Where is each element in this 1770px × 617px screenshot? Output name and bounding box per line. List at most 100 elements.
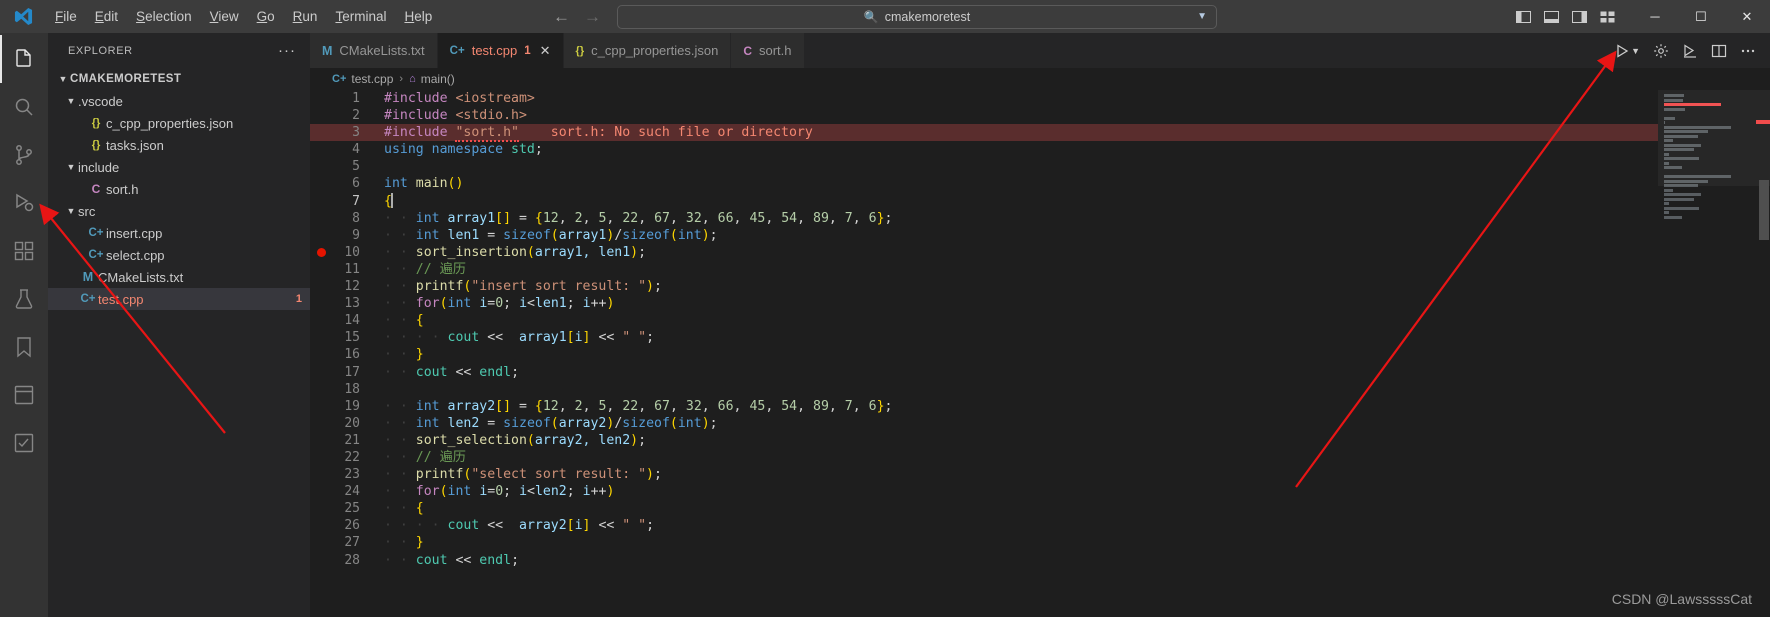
close-icon[interactable]: ✕	[540, 43, 551, 59]
customize-layout-icon[interactable]	[1599, 9, 1616, 25]
tree-item-include[interactable]: ▼ include	[48, 156, 310, 178]
code-line[interactable]: 26 · · · · cout << array2[i] << " ";	[310, 517, 1658, 534]
code-line[interactable]: 19 · · int array2[] = {12, 2, 5, 22, 67, …	[310, 398, 1658, 415]
code-token: main	[415, 176, 448, 192]
minimize-button[interactable]: ─	[1632, 0, 1678, 33]
activity-search[interactable]	[0, 83, 48, 131]
code-line[interactable]: 20 · · int len2 = sizeof(array2)/sizeof(i…	[310, 415, 1658, 432]
code-token: <iostream>	[455, 91, 535, 106]
code-token: }	[415, 347, 424, 363]
chevron-down-icon: ▼	[66, 206, 76, 216]
tree-item-src[interactable]: ▼ src	[48, 200, 310, 222]
code-line[interactable]: 2 #include <stdio.h>	[310, 107, 1658, 124]
activity-run-and-debug[interactable]	[0, 179, 48, 227]
code-line[interactable]: 13 · · for(int i=0; i<len1; i++)	[310, 295, 1658, 312]
beaker-icon	[15, 289, 33, 309]
gear-icon[interactable]	[1653, 43, 1669, 59]
code-token: ;	[653, 467, 662, 483]
maximize-button[interactable]: ☐	[1678, 0, 1724, 33]
tree-item-sort-h[interactable]: Csort.h	[48, 178, 310, 200]
command-center-search[interactable]: 🔍 cmakemoretest ▼	[617, 4, 1217, 29]
back-arrow-icon[interactable]: ←	[553, 8, 570, 25]
tab-c-cpp-properties-json[interactable]: {} c_cpp_properties.json	[563, 33, 732, 68]
activity-bookmarks[interactable]	[0, 323, 48, 371]
activity-explorer[interactable]	[0, 35, 48, 83]
explorer-more-actions-button[interactable]: ···	[278, 42, 302, 59]
tree-item--vscode[interactable]: ▼ .vscode	[48, 90, 310, 112]
code-line[interactable]: 6 int main()	[310, 175, 1658, 192]
split-editor-icon[interactable]	[1711, 43, 1727, 59]
tree-item-cmakemoretest[interactable]: ▼ CMAKEMORETEST	[48, 68, 310, 90]
code-line[interactable]: 5	[310, 158, 1658, 175]
tab-test-cpp[interactable]: C+ test.cpp 1 ✕	[437, 33, 564, 68]
code-line[interactable]: 24 · · for(int i=0; i<len2; i++)	[310, 483, 1658, 500]
menu-run[interactable]: Run	[284, 5, 327, 28]
activity-testing[interactable]	[0, 275, 48, 323]
code-line[interactable]: 10 · · sort_insertion(array1, len1);	[310, 244, 1658, 261]
toggle-primary-sidebar-icon[interactable]	[1515, 9, 1532, 25]
code-token: int	[677, 415, 702, 431]
menu-edit[interactable]: Edit	[86, 5, 127, 28]
code-line[interactable]: 3 #include "sort.h" sort.h: No such file …	[310, 124, 1658, 143]
chevron-down-icon[interactable]: ▼	[1631, 46, 1640, 56]
menu-go[interactable]: Go	[248, 5, 284, 28]
close-button[interactable]: ✕	[1724, 0, 1770, 33]
activity-extensions[interactable]	[0, 227, 48, 275]
code-line[interactable]: 17 · · cout << endl;	[310, 364, 1658, 381]
ellipsis-icon[interactable]	[1740, 43, 1756, 59]
menu-help[interactable]: Help	[395, 5, 441, 28]
code-scroll-area[interactable]: 1 #include <iostream> 2 #include <stdio.h> 3…	[310, 90, 1770, 617]
code-line[interactable]: 27 · · }	[310, 534, 1658, 551]
code-line[interactable]: 22 · · // 遍历	[310, 449, 1658, 466]
tree-item-test-cpp[interactable]: C+ test.cpp 1	[48, 288, 310, 310]
code-line[interactable]: 12 · · printf("insert sort result: ");	[310, 278, 1658, 295]
debug-alt-icon[interactable]	[1682, 43, 1698, 59]
code-line[interactable]: 8 · · int array1[] = {12, 2, 5, 22, 67, 3…	[310, 210, 1658, 227]
tree-item-cmakelists-txt[interactable]: M CMakeLists.txt	[48, 266, 310, 288]
forward-arrow-icon[interactable]: →	[584, 8, 601, 25]
toggle-panel-icon[interactable]	[1543, 9, 1560, 25]
tree-item-select-cpp[interactable]: C+ select.cpp	[48, 244, 310, 266]
code-line[interactable]: 9 · · int len1 = sizeof(array1)/sizeof(in…	[310, 227, 1658, 244]
run-code-button[interactable]: ▼	[1614, 43, 1640, 59]
code-line[interactable]: 7{	[310, 193, 1658, 210]
minimap-line	[1664, 211, 1670, 214]
code-line[interactable]: 16 · · }	[310, 346, 1658, 363]
breadcrumb-item[interactable]: C+ test.cpp	[332, 72, 393, 86]
code-line[interactable]: 28 · · cout << endl;	[310, 552, 1658, 569]
scrollbar-thumb[interactable]	[1759, 180, 1769, 240]
tree-item-tasks-json[interactable]: {} tasks.json	[48, 134, 310, 156]
code-line[interactable]: 18	[310, 381, 1658, 398]
code-lines[interactable]: 1 #include <iostream> 2 #include <stdio.h> 3…	[310, 90, 1658, 617]
code-line[interactable]: 14 · · {	[310, 312, 1658, 329]
activity-library[interactable]	[0, 371, 48, 419]
vertical-scrollbar[interactable]	[1756, 90, 1770, 617]
tree-item-c-cpp-properties-json[interactable]: {} c_cpp_properties.json	[48, 112, 310, 134]
code-line[interactable]: 23 · · printf("select sort result: ");	[310, 466, 1658, 483]
code-line[interactable]: 4 using namespace std;	[310, 141, 1658, 158]
code-line[interactable]: 11 · · // 遍历	[310, 261, 1658, 278]
tab-cmakelists-txt[interactable]: M CMakeLists.txt	[310, 33, 438, 68]
tab-sort-h[interactable]: Csort.h	[731, 33, 805, 68]
minimap[interactable]	[1658, 90, 1770, 617]
code-token: ,	[669, 398, 686, 414]
code-line[interactable]: 21 · · sort_selection(array2, len2);	[310, 432, 1658, 449]
toggle-secondary-sidebar-icon[interactable]	[1571, 9, 1588, 25]
activity-source-control[interactable]	[0, 131, 48, 179]
menu-file[interactable]: File	[46, 5, 86, 28]
code-token: array1	[511, 330, 567, 346]
tree-item-insert-cpp[interactable]: C+ insert.cpp	[48, 222, 310, 244]
menu-selection[interactable]: Selection	[127, 5, 201, 28]
breadcrumb-item[interactable]: ⌂ main()	[409, 72, 455, 86]
activity-todo[interactable]	[0, 419, 48, 467]
minimap-slider[interactable]	[1658, 90, 1770, 186]
menu-terminal[interactable]: Terminal	[326, 5, 395, 28]
code-line[interactable]: 15 · · · · cout << array1[i] << " ";	[310, 329, 1658, 346]
menu-view[interactable]: View	[201, 5, 248, 28]
line-number: 19	[344, 398, 360, 414]
code-line[interactable]: 1 #include <iostream>	[310, 90, 1658, 107]
code-line[interactable]: 25 · · {	[310, 500, 1658, 517]
breakpoint-marker[interactable]	[310, 247, 332, 257]
chevron-down-icon[interactable]: ▼	[1197, 11, 1207, 22]
